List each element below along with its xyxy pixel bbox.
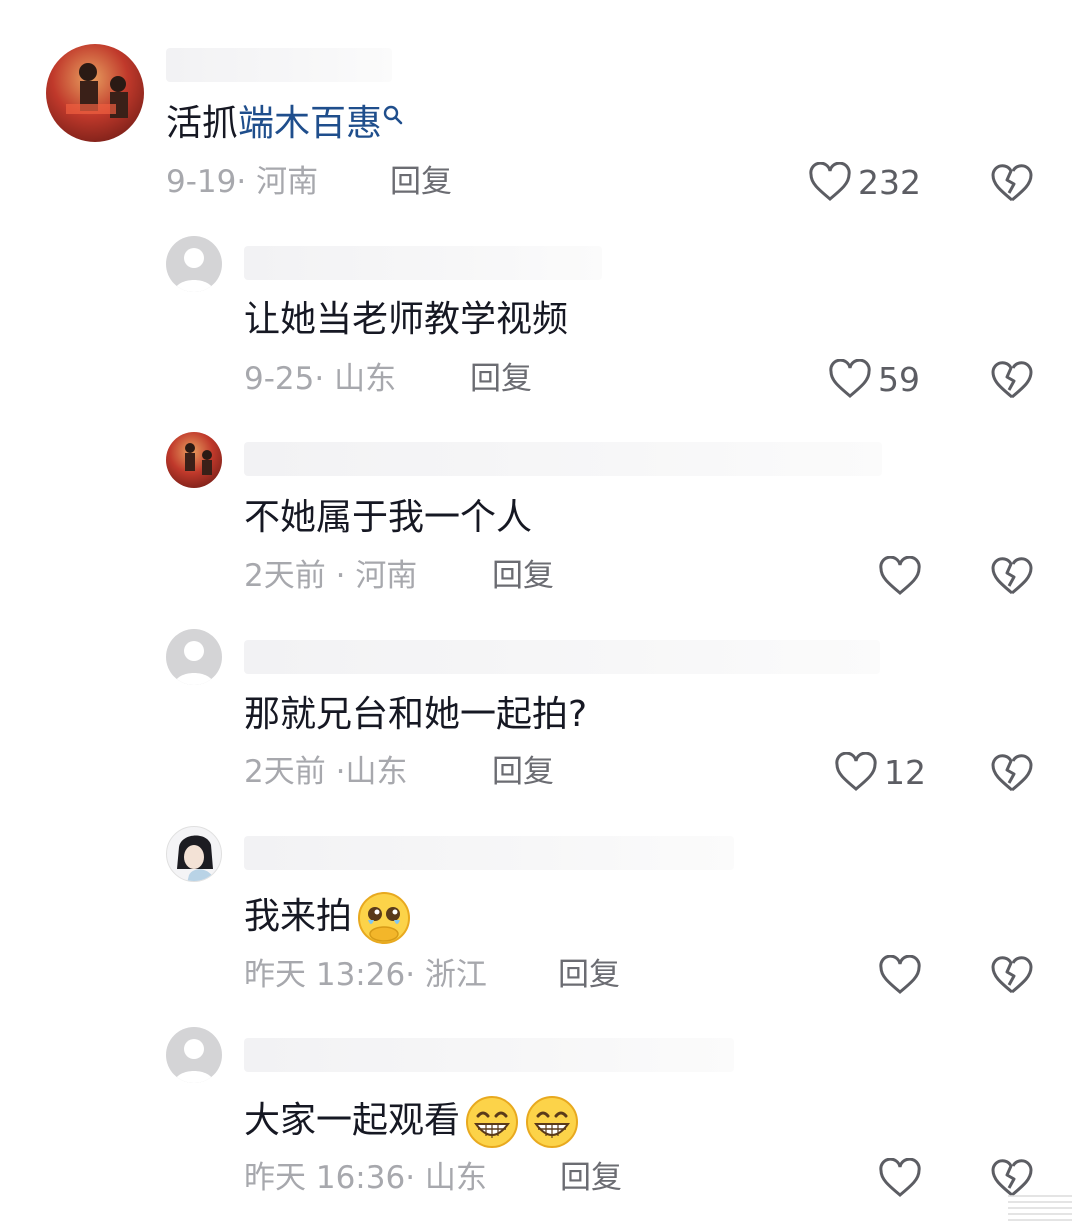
grin-emoji [526, 1096, 579, 1148]
default-avatar-icon [174, 1039, 214, 1083]
heart-icon [809, 162, 851, 201]
comment-text: 那就兄台和她一起拍? [244, 694, 588, 735]
broken-heart-icon[interactable] [990, 750, 1034, 794]
comment-text: 活抓端木百惠 [166, 102, 404, 146]
comment-text: 让她当老师教学视频 [244, 299, 569, 340]
like-button[interactable] [878, 1156, 922, 1200]
pleading-emoji [358, 892, 411, 944]
username-redacted[interactable] [244, 640, 880, 674]
like-button[interactable]: 12 [834, 750, 926, 794]
comment-text: 大家一起观看 [244, 1094, 580, 1150]
broken-heart-icon[interactable] [990, 952, 1034, 996]
username-redacted[interactable] [166, 48, 392, 82]
reply-button[interactable]: 回复 [390, 162, 452, 202]
default-avatar[interactable] [166, 629, 222, 685]
username-redacted[interactable] [244, 442, 882, 476]
heart-icon [835, 752, 877, 791]
heart-icon [879, 556, 921, 595]
anime-avatar-icon [177, 835, 213, 881]
search-icon[interactable] [382, 104, 404, 126]
heart-icon [829, 359, 871, 398]
user-avatar[interactable] [166, 826, 222, 882]
like-count: 59 [878, 359, 920, 399]
username-redacted[interactable] [244, 836, 734, 870]
search-link[interactable]: 端木百惠 [238, 103, 382, 144]
comment-meta: 9-19· 河南 [166, 164, 319, 200]
default-avatar[interactable] [166, 1027, 222, 1083]
broken-heart-icon[interactable] [990, 553, 1034, 597]
like-count: 232 [858, 162, 921, 202]
broken-heart-icon[interactable] [990, 160, 1034, 204]
reply-button[interactable]: 回复 [470, 359, 532, 399]
avatar-photo-icon [66, 63, 128, 118]
reply-button[interactable]: 回复 [558, 955, 620, 995]
like-button[interactable]: 232 [808, 160, 921, 204]
comment-text: 不她属于我一个人 [244, 497, 533, 538]
default-avatar[interactable] [166, 236, 222, 292]
grin-emoji [466, 1096, 519, 1148]
broken-heart-icon[interactable] [990, 357, 1034, 401]
comment-text: 我来拍 [244, 890, 412, 946]
user-avatar[interactable] [166, 432, 222, 488]
reply-button[interactable]: 回复 [492, 556, 554, 596]
comment-meta: 2天前 · 河南 [244, 558, 418, 594]
like-button[interactable] [878, 953, 922, 997]
broken-heart-icon[interactable] [990, 1155, 1034, 1199]
username-redacted[interactable] [244, 1038, 734, 1072]
like-count: 12 [884, 752, 926, 792]
watermark [1008, 1195, 1072, 1221]
like-button[interactable]: 59 [828, 357, 920, 401]
heart-icon [879, 955, 921, 994]
heart-icon [879, 1158, 921, 1197]
reply-button[interactable]: 回复 [560, 1158, 622, 1198]
default-avatar-icon [174, 248, 214, 292]
like-button[interactable] [878, 554, 922, 598]
username-redacted[interactable] [244, 246, 602, 280]
comment-meta: 9-25· 山东 [244, 361, 397, 397]
avatar-photo-icon [185, 443, 212, 475]
user-avatar[interactable] [46, 44, 144, 142]
comment-meta: 昨天 16:36· 山东 [244, 1160, 487, 1196]
comment-meta: 昨天 13:26· 浙江 [244, 957, 487, 993]
default-avatar-icon [174, 641, 214, 685]
reply-button[interactable]: 回复 [492, 752, 554, 792]
comment-meta: 2天前 ·山东 [244, 754, 408, 790]
